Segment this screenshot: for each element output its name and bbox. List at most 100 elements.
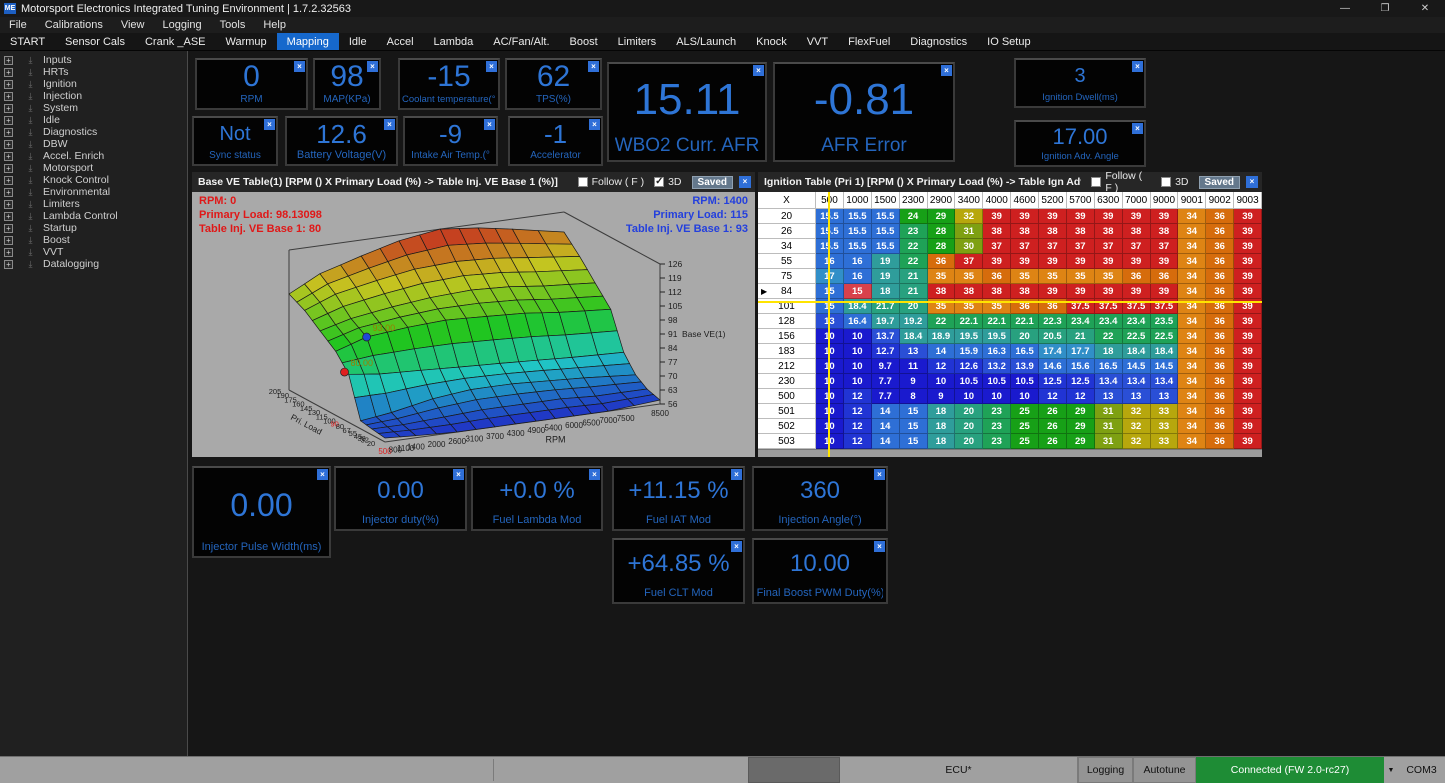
table-cell[interactable]: 34	[1178, 269, 1206, 284]
table-cell[interactable]: 39	[1011, 209, 1039, 224]
table-cell[interactable]: 10	[955, 389, 983, 404]
table-cell[interactable]: 37	[1067, 239, 1095, 254]
table-cell[interactable]: 16.5	[1095, 359, 1123, 374]
minimize-icon[interactable]: —	[1325, 0, 1365, 17]
table-cell[interactable]: 17.4	[1039, 344, 1067, 359]
table-cell[interactable]: 34	[1178, 374, 1206, 389]
table-cell[interactable]: 15	[900, 404, 928, 419]
table-cell[interactable]: 15.5	[872, 209, 900, 224]
table-cell[interactable]: 15.6	[1067, 359, 1095, 374]
table-cell[interactable]: 12	[844, 434, 872, 449]
table-cell[interactable]: 34	[1178, 389, 1206, 404]
table-cell[interactable]: 14	[872, 404, 900, 419]
table-cell[interactable]: 39	[1234, 434, 1262, 449]
table-cell[interactable]: 18	[1095, 344, 1123, 359]
expand-icon[interactable]: +	[4, 176, 13, 185]
table-cell[interactable]: 14.5	[1151, 359, 1179, 374]
table-cell[interactable]: 22	[900, 239, 928, 254]
expand-icon[interactable]: +	[4, 212, 13, 221]
table-cell[interactable]: 37	[1151, 239, 1179, 254]
table-cell[interactable]: 37	[1123, 239, 1151, 254]
table-cell[interactable]: 18	[928, 434, 956, 449]
table-cell[interactable]: 39	[1234, 374, 1262, 389]
table-cell[interactable]: 15.5	[844, 224, 872, 239]
menu-item-logging[interactable]: Logging	[153, 17, 210, 33]
table-cell[interactable]: 38	[1151, 224, 1179, 239]
table-cell[interactable]: 36	[1206, 314, 1234, 329]
row-header-156[interactable]: 156	[758, 329, 816, 344]
table-cell[interactable]: 23	[900, 224, 928, 239]
table-cell[interactable]: 14.5	[1123, 359, 1151, 374]
table-cell[interactable]: 10.5	[955, 374, 983, 389]
table-cell[interactable]: 36	[1123, 269, 1151, 284]
close-icon[interactable]: ×	[453, 469, 464, 480]
table-cell[interactable]: 12	[844, 404, 872, 419]
table-cell[interactable]: 22.1	[955, 314, 983, 329]
table-cell[interactable]: 26	[1039, 434, 1067, 449]
table-cell[interactable]: 38	[1011, 284, 1039, 299]
table-cell[interactable]: 9	[928, 389, 956, 404]
table-cell[interactable]: 39	[1234, 314, 1262, 329]
table-cell[interactable]: 20	[955, 419, 983, 434]
row-header-84[interactable]: 84▶	[758, 284, 816, 299]
table-cell[interactable]: 12.5	[1039, 374, 1067, 389]
expand-icon[interactable]: +	[4, 164, 13, 173]
tab-sensor-cals[interactable]: Sensor Cals	[55, 33, 135, 50]
table-cell[interactable]: 35	[928, 269, 956, 284]
sidebar-item-inputs[interactable]: +⤓Inputs	[4, 54, 187, 66]
table-cell[interactable]: 23.4	[1123, 314, 1151, 329]
table-cell[interactable]: 39	[1234, 254, 1262, 269]
table-cell[interactable]: 36	[1206, 209, 1234, 224]
row-header-502[interactable]: 502	[758, 419, 816, 434]
sidebar-item-vvt[interactable]: +⤓VVT	[4, 246, 187, 258]
col-header-3400[interactable]: 3400	[955, 192, 983, 209]
tab-lambda[interactable]: Lambda	[424, 33, 484, 50]
table-cell[interactable]: 28	[928, 224, 956, 239]
sidebar-item-system[interactable]: +⤓System	[4, 102, 187, 114]
tab-boost[interactable]: Boost	[560, 33, 608, 50]
table-cell[interactable]: 34	[1178, 284, 1206, 299]
close-icon[interactable]: ×	[1246, 176, 1258, 188]
table-cell[interactable]: 32	[1123, 404, 1151, 419]
table-cell[interactable]: 37	[1011, 239, 1039, 254]
col-header-4000[interactable]: 4000	[983, 192, 1011, 209]
table-cell[interactable]: 35	[955, 269, 983, 284]
table-cell[interactable]: 32	[1123, 434, 1151, 449]
col-header-9001[interactable]: 9001	[1178, 192, 1206, 209]
menu-item-tools[interactable]: Tools	[211, 17, 255, 33]
close-icon[interactable]: ×	[486, 61, 497, 72]
table-cell[interactable]: 38	[1067, 224, 1095, 239]
table-cell[interactable]: 39	[1151, 254, 1179, 269]
table-cell[interactable]: 36	[1206, 329, 1234, 344]
table-cell[interactable]: 10.5	[1011, 374, 1039, 389]
table-cell[interactable]: 29	[1067, 404, 1095, 419]
table-cell[interactable]: 12	[844, 419, 872, 434]
table-cell[interactable]: 21	[900, 269, 928, 284]
table-cell[interactable]: 22	[900, 254, 928, 269]
table-cell[interactable]: 34	[1178, 404, 1206, 419]
table-cell[interactable]: 39	[1123, 209, 1151, 224]
table-cell[interactable]: 18	[928, 404, 956, 419]
table-cell[interactable]: 39	[1095, 209, 1123, 224]
close-icon[interactable]: ✕	[1405, 0, 1445, 17]
table-cell[interactable]: 34	[1178, 254, 1206, 269]
table-cell[interactable]: 19.7	[872, 314, 900, 329]
close-icon[interactable]: ×	[1132, 123, 1143, 134]
expand-icon[interactable]: +	[4, 152, 13, 161]
table-cell[interactable]: 10	[1011, 389, 1039, 404]
expand-icon[interactable]: +	[4, 80, 13, 89]
col-header-5200[interactable]: 5200	[1039, 192, 1067, 209]
expand-icon[interactable]: +	[4, 200, 13, 209]
table-cell[interactable]: 37	[983, 239, 1011, 254]
row-header-20[interactable]: 20	[758, 209, 816, 224]
tab-flexfuel[interactable]: FlexFuel	[838, 33, 900, 50]
expand-icon[interactable]: +	[4, 224, 13, 233]
table-cell[interactable]: 34	[1178, 224, 1206, 239]
table-cell[interactable]: 10	[928, 374, 956, 389]
table-cell[interactable]: 35	[1039, 269, 1067, 284]
table-cell[interactable]: 16	[844, 254, 872, 269]
follow-checkbox[interactable]	[578, 177, 588, 187]
table-cell[interactable]: 25	[1011, 419, 1039, 434]
table-cell[interactable]: 39	[1234, 224, 1262, 239]
close-icon[interactable]: ×	[874, 541, 885, 552]
